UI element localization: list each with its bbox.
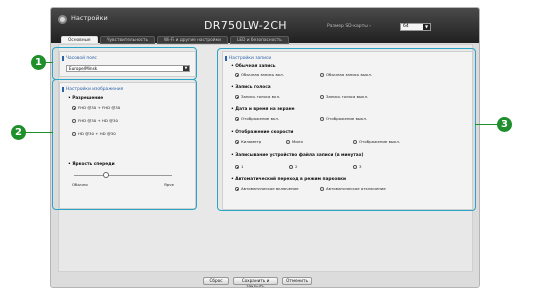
highlight-box-2 xyxy=(52,79,197,210)
tab-sensitivity[interactable]: Чувствительность xyxy=(99,36,156,44)
cancel-button[interactable]: Отменить xyxy=(282,277,312,285)
tab-wifi[interactable]: Wi-Fi и другие настройки xyxy=(157,36,228,44)
gear-icon xyxy=(58,15,67,24)
callout-connector-3 xyxy=(475,124,498,126)
chevron-down-icon: ▼ xyxy=(423,24,430,30)
callout-connector-2 xyxy=(25,132,53,134)
callout-badge-3: 3 xyxy=(497,117,512,132)
callout-badge-2: 2 xyxy=(11,125,26,140)
save-close-button[interactable]: Сохранить и закрыть xyxy=(233,277,278,287)
highlight-box-1 xyxy=(52,47,197,80)
tab-led-security[interactable]: LED и безопасность xyxy=(229,36,289,44)
tab-basic[interactable]: Основные xyxy=(61,36,98,44)
reset-button[interactable]: Сброс xyxy=(203,277,229,285)
callout-connector-1 xyxy=(45,62,53,64)
card-size-select[interactable]: 64 ▼ xyxy=(400,23,431,31)
highlight-box-3 xyxy=(217,48,476,211)
callout-badge-1: 1 xyxy=(31,55,46,70)
app-title: Настройки xyxy=(71,14,108,22)
model-name: DR750LW-2CH xyxy=(204,19,287,32)
card-size-label: Размер SD-карты › xyxy=(327,24,372,29)
tab-bar: Основные Чувствительность Wi-Fi и другие… xyxy=(61,36,291,44)
